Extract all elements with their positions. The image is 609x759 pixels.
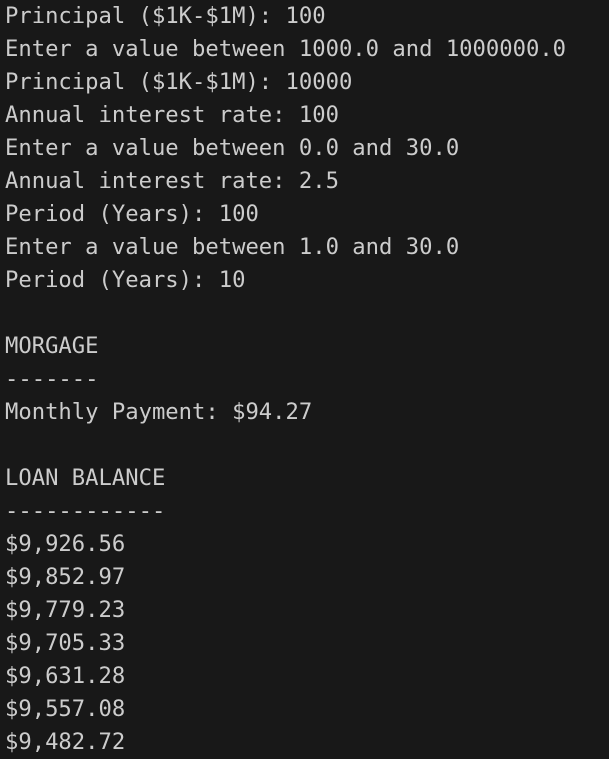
loan-balance-underline: ------------	[5, 498, 166, 524]
principal-prompt-2: Principal ($1K-$1M): 10000	[5, 69, 353, 95]
interest-rate-range-error: Enter a value between 0.0 and 30.0	[5, 135, 460, 161]
principal-prompt-1: Principal ($1K-$1M): 100	[5, 3, 326, 29]
loan-balance-row: $9,779.23	[5, 597, 126, 623]
loan-balance-row: $9,482.72	[5, 729, 126, 755]
loan-balance-row: $9,926.56	[5, 531, 126, 557]
period-prompt-2: Period (Years): 10	[5, 267, 246, 293]
principal-range-error: Enter a value between 1000.0 and 1000000…	[5, 36, 567, 62]
mortgage-underline: -------	[5, 366, 99, 392]
terminal-output[interactable]: Principal ($1K-$1M): 100 Enter a value b…	[0, 0, 609, 757]
period-prompt-1: Period (Years): 100	[5, 201, 259, 227]
loan-balance-row: $9,705.33	[5, 630, 126, 656]
loan-balance-row: $9,557.08	[5, 696, 126, 722]
loan-balance-row: $9,631.28	[5, 663, 126, 689]
loan-balance-heading: LOAN BALANCE	[5, 465, 166, 491]
loan-balance-row: $9,852.97	[5, 564, 126, 590]
mortgage-heading: MORGAGE	[5, 333, 99, 359]
interest-rate-prompt-2: Annual interest rate: 2.5	[5, 168, 339, 194]
monthly-payment: Monthly Payment: $94.27	[5, 399, 313, 425]
period-range-error: Enter a value between 1.0 and 30.0	[5, 234, 460, 260]
interest-rate-prompt-1: Annual interest rate: 100	[5, 102, 339, 128]
